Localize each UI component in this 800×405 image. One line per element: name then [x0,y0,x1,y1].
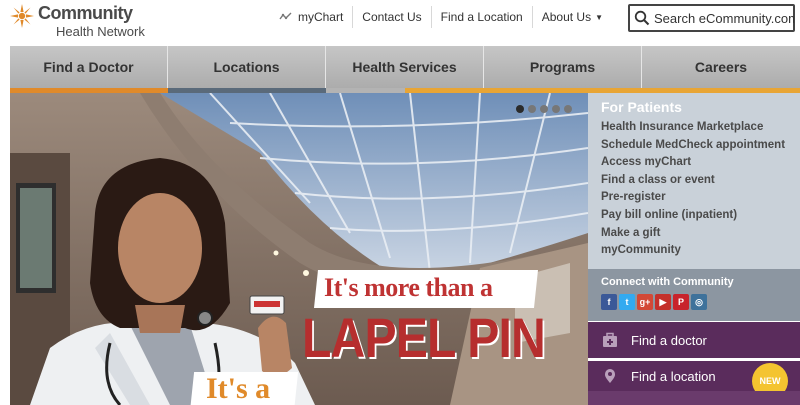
search-icon [634,10,650,26]
mychart-label: myChart [297,10,344,24]
instagram-icon[interactable]: ◎ [691,294,707,310]
hero-headline-1: It's more than a [324,273,493,302]
contact-us-link[interactable]: Contact Us [352,6,430,28]
utility-nav: myChart Contact Us Find a Location About… [270,6,612,28]
patient-link-insurance-marketplace[interactable]: Health Insurance Marketplace [601,119,800,137]
google-plus-icon[interactable]: g+ [637,294,653,310]
nav-find-a-doctor[interactable]: Find a Doctor [10,46,168,88]
search-input[interactable] [654,10,794,26]
about-us-menu[interactable]: About Us ▼ [531,6,612,28]
patient-link-make-gift[interactable]: Make a gift [601,225,800,243]
nav-careers[interactable]: Careers [642,46,800,88]
patient-link-preregister[interactable]: Pre-register [601,189,800,207]
main-nav: Find a Doctor Locations Health Services … [10,46,800,93]
twitter-icon[interactable]: t [619,294,635,310]
find-a-doctor-label: Find a doctor [631,332,707,348]
logo-text-health-network: Health Network [56,24,145,39]
find-location-link[interactable]: Find a Location [430,6,532,28]
slide-dot[interactable] [540,105,548,113]
for-patients-panel: For Patients Health Insurance Marketplac… [588,93,800,269]
patient-link-pay-bill[interactable]: Pay bill online (inpatient) [601,207,800,225]
hero-slideshow[interactable]: It's more than a LAPEL PIN It's a [10,93,588,405]
map-pin-icon [605,369,615,383]
mychart-link[interactable]: myChart [270,6,353,28]
patient-link-medcheck[interactable]: Schedule MedCheck appointment [601,137,800,155]
slide-dot[interactable] [552,105,560,113]
nav-locations[interactable]: Locations [168,46,326,88]
slide-dot[interactable] [564,105,572,113]
patient-link-mychart[interactable]: Access myChart [601,154,800,172]
patient-link-mycommunity[interactable]: myCommunity [601,242,800,260]
facebook-icon[interactable]: f [601,294,617,310]
hero-headline-2: LAPEL PIN [302,306,546,369]
slide-dot[interactable] [516,105,524,113]
connect-title: Connect with Community [601,276,734,288]
patient-link-class-event[interactable]: Find a class or event [601,172,800,190]
site-logo[interactable]: Community Health Network [10,2,160,42]
medical-bag-icon [603,332,617,347]
for-patients-title: For Patients [601,99,682,115]
search-box[interactable] [628,4,795,32]
slide-pager [516,105,572,113]
connect-panel: Connect with Community f t g+ ▶ P ◎ [588,269,800,321]
find-a-doctor-button[interactable]: Find a doctor [588,322,800,358]
slide-dot[interactable] [528,105,536,113]
nav-health-services[interactable]: Health Services [326,46,484,88]
caret-down-icon: ▼ [595,13,603,22]
sidebar-bottom-strip [588,391,800,405]
find-a-location-label: Find a location [631,368,716,384]
sunburst-logo-icon [10,4,34,28]
logo-text-community: Community [38,3,133,23]
youtube-icon[interactable]: ▶ [655,294,671,310]
pinterest-icon[interactable]: P [673,294,689,310]
nav-programs[interactable]: Programs [484,46,642,88]
social-icons: f t g+ ▶ P ◎ [601,294,800,310]
sidebar: For Patients Health Insurance Marketplac… [588,93,800,405]
hero-headline-3: It's a [206,372,271,405]
mychart-icon [279,12,292,20]
site-header: Community Health Network myChart Contact… [0,0,800,46]
about-us-label: About Us [541,10,592,24]
